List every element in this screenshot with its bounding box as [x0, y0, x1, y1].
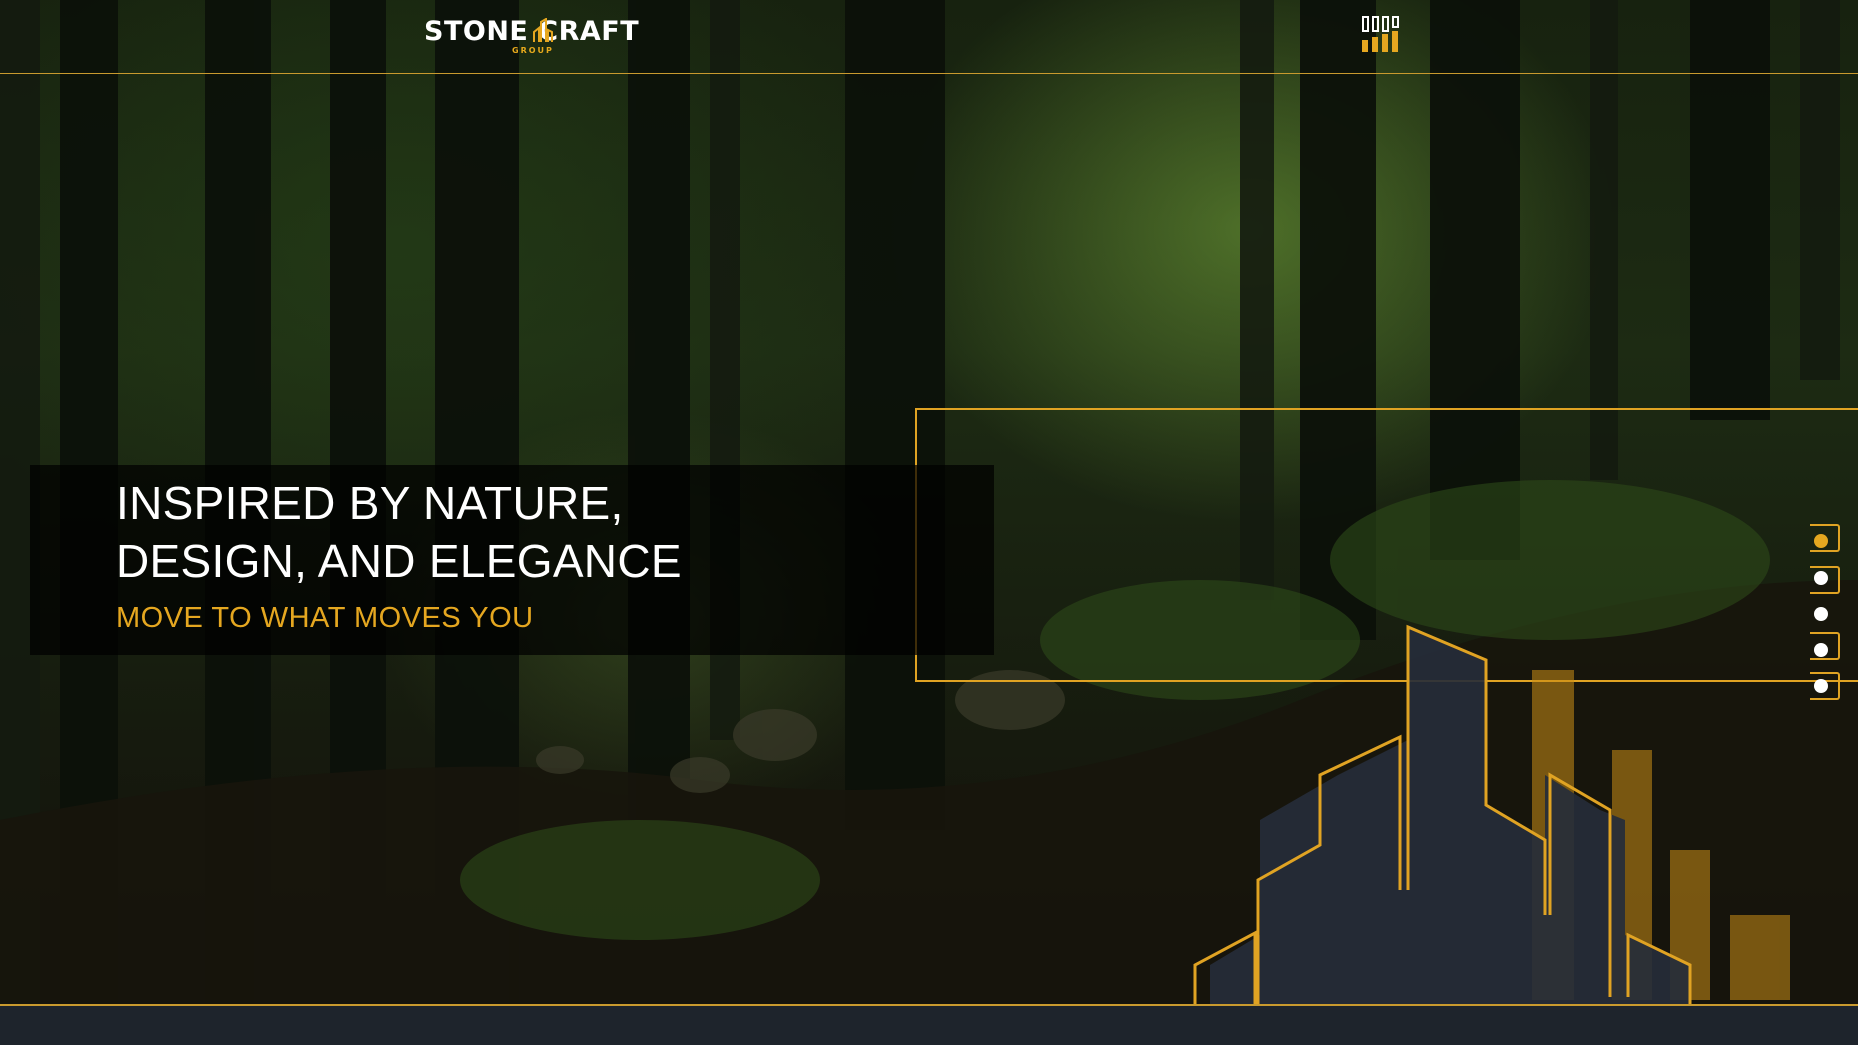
site-header: STONE CRAFT GROUP [0, 0, 1858, 74]
hero-title: INSPIRED BY NATURE, DESIGN, AND ELEGANCE [116, 477, 682, 587]
menu-bars-icon [1362, 16, 1399, 52]
city-skyline-graphic [1170, 624, 1858, 1007]
slide-dot-2[interactable] [1814, 571, 1828, 585]
building-menu-icon[interactable] [1360, 14, 1404, 54]
slide-dot-1[interactable] [1814, 534, 1828, 548]
slide-dot-4[interactable] [1814, 643, 1828, 657]
bottom-bar [0, 1004, 1858, 1045]
stonecraft-logo[interactable]: STONE CRAFT GROUP [424, 14, 654, 58]
slider-navigation [1802, 524, 1842, 704]
hero-subtitle: MOVE TO WHAT MOVES YOU [116, 602, 534, 634]
page: STONE CRAFT GROUP INSPIRED BY NATURE, DE… [0, 0, 1858, 1045]
logo-tagline: GROUP [512, 46, 554, 55]
logo-building-icon [533, 18, 553, 42]
slide-dot-3[interactable] [1814, 607, 1828, 621]
slide-dot-5[interactable] [1814, 679, 1828, 693]
